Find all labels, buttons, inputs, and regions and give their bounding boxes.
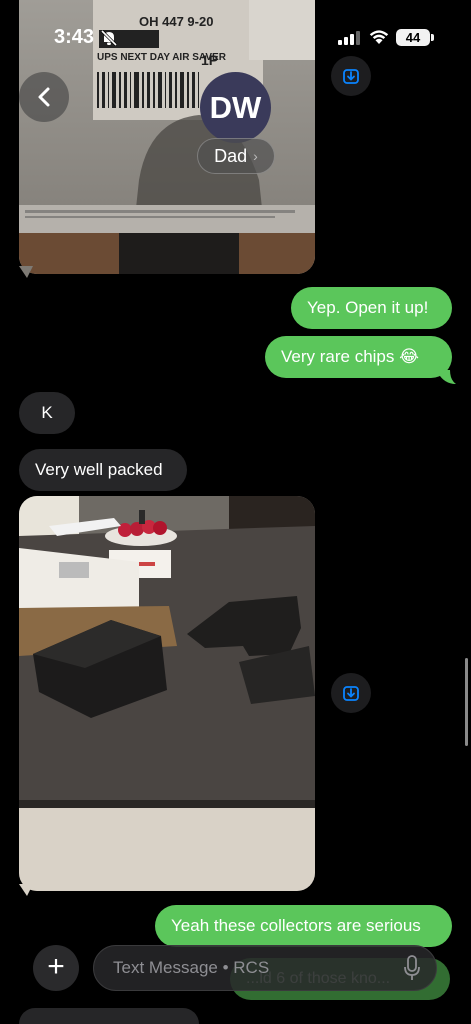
download-icon — [343, 69, 359, 84]
received-tail — [19, 266, 33, 278]
wifi-icon — [369, 30, 389, 44]
save-photo-button[interactable] — [331, 56, 371, 96]
message-bubble-sent[interactable]: Yeah these collectors are serious — [155, 905, 452, 947]
contact-name: Dad — [214, 145, 248, 166]
contact-name-button[interactable]: Dad › — [197, 138, 275, 174]
cell-signal-icon — [338, 31, 360, 45]
microphone-icon[interactable] — [403, 955, 421, 981]
message-bubble-received[interactable]: K — [19, 392, 75, 434]
sent-tail — [440, 370, 456, 384]
chevron-right-icon: › — [253, 148, 258, 164]
plus-icon: + — [47, 949, 65, 983]
save-photo-button[interactable] — [331, 673, 371, 713]
message-bubble-received-partial — [19, 1008, 199, 1024]
message-bubble-sent[interactable]: Very rare chips 😂 — [265, 336, 452, 378]
message-bubble-sent[interactable]: Yep. Open it up! — [291, 287, 452, 329]
label-text-3: 1P — [201, 52, 219, 68]
label-text-1: OH 447 9-20 — [139, 14, 214, 29]
photo-packing-foam[interactable] — [19, 496, 315, 891]
status-time: 3:43 — [54, 26, 95, 48]
message-bubble-received[interactable]: Very well packed — [19, 449, 187, 491]
contact-avatar[interactable]: DW — [200, 72, 271, 143]
photo-packing-foam-art — [19, 496, 315, 891]
bell-mute-icon — [100, 30, 118, 46]
received-tail — [19, 884, 33, 896]
download-icon — [343, 686, 359, 701]
battery-indicator: 44 — [396, 29, 430, 46]
chevron-left-icon — [38, 87, 50, 107]
message-input-placeholder: Text Message • RCS — [113, 958, 270, 977]
battery-tip — [431, 34, 434, 41]
scrollbar[interactable] — [465, 658, 468, 746]
back-button[interactable] — [19, 72, 69, 122]
add-attachment-button[interactable]: + — [33, 945, 79, 991]
